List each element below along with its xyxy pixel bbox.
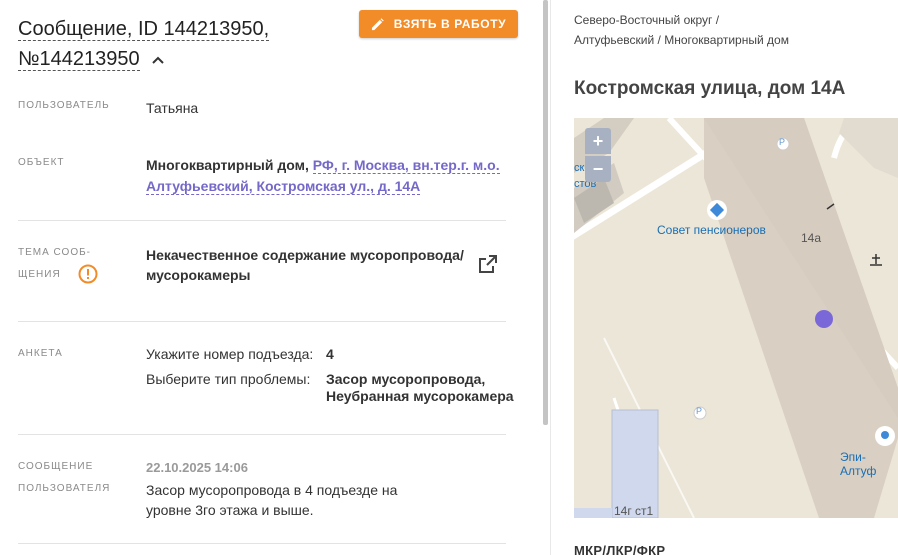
breadcrumb: Северо-Восточный округ / Алтуфьевский / …	[574, 10, 874, 50]
object-address-link-2[interactable]: Алтуфьевский, Костромская ул., д. 14А	[146, 178, 421, 195]
survey-answer-2-line1: Засор мусоропровода,	[326, 371, 486, 387]
message-date: 22.10.2025 14:06	[146, 460, 248, 475]
title-line2[interactable]: №144213950	[18, 48, 140, 71]
divider	[18, 543, 506, 544]
topic-label: ТЕМА СООБ- ЩЕНИЯ	[18, 242, 98, 286]
topic-value-line2: мусорокамеры	[146, 267, 251, 283]
title-line1[interactable]: Сообщение, ID 144213950,	[18, 18, 270, 41]
take-to-work-button[interactable]: ВЗЯТЬ В РАБОТУ	[359, 10, 518, 38]
parking-icon: P	[779, 137, 786, 147]
message-label-line1: СООБЩЕНИЕ	[18, 461, 94, 472]
topic-label-line2: ЩЕНИЯ	[18, 269, 61, 280]
survey-answer-2-line2: Неубранная мусорокамера	[326, 388, 514, 404]
take-button-label: ВЗЯТЬ В РАБОТУ	[393, 17, 507, 31]
message-label-line2: ПОЛЬЗОВАТЕЛЯ	[18, 483, 111, 494]
survey-answer-1: 4	[326, 346, 334, 362]
house-number-label: 14а	[801, 231, 822, 245]
poi-council-label[interactable]: Совет пенсионеров	[657, 223, 766, 237]
location-marker[interactable]	[815, 310, 833, 328]
pencil-icon	[371, 17, 384, 30]
parking-icon: P	[696, 406, 703, 416]
survey-label: АНКЕТА	[18, 348, 63, 359]
divider	[18, 220, 506, 221]
map[interactable]: Совет пенсионеров 14а Эпи-Алтуф ской сто…	[574, 118, 898, 518]
message-label: СООБЩЕНИЕ ПОЛЬЗОВАТЕЛЯ	[18, 456, 110, 500]
breadcrumb-line1[interactable]: Северо-Восточный округ /	[574, 13, 719, 27]
object-address-link-1[interactable]: РФ, г. Москва, вн.тер.г. м.о.	[312, 157, 500, 174]
building-label: 14г ст1	[614, 504, 654, 518]
panel-divider	[550, 0, 551, 555]
zoom-out-button[interactable]: −	[585, 156, 611, 182]
message-details-panel: Сообщение, ID 144213950, №144213950 ВЗЯТ…	[0, 0, 540, 555]
message-text: Засор мусоропровода в 4 подъезде на уров…	[146, 480, 446, 520]
warning-icon[interactable]	[78, 264, 98, 284]
survey-answer-2: Засор мусоропровода, Неубранная мусорока…	[326, 371, 514, 405]
zoom-in-button[interactable]: +	[585, 128, 611, 154]
external-link-icon[interactable]	[478, 254, 498, 274]
poi-epi-label[interactable]: Эпи-Алтуф	[840, 450, 898, 478]
topic-value: Некачественное содержание мусоропровода/…	[146, 245, 466, 285]
survey-question-2: Выберите тип проблемы:	[146, 371, 311, 387]
object-label: ОБЪЕКТ	[18, 157, 65, 168]
user-label: ПОЛЬЗОВАТЕЛЬ	[18, 100, 110, 111]
divider	[18, 321, 506, 322]
object-address-heading: Костромская улица, дом 14А	[574, 78, 846, 99]
object-type: Многоквартирный дом,	[146, 157, 309, 173]
survey-question-1: Укажите номер подъезда:	[146, 346, 314, 362]
section-heading-mkr: МКР/ЛКР/ФКР	[574, 543, 666, 555]
message-text-line2: уровне 3го этажа и выше.	[146, 502, 314, 518]
object-value: Многоквартирный дом, РФ, г. Москва, вн.т…	[146, 155, 506, 197]
page-title: Сообщение, ID 144213950, №144213950	[18, 14, 338, 74]
topic-value-line1: Некачественное содержание мусоропровода/	[146, 247, 464, 263]
divider	[18, 434, 506, 435]
user-value: Татьяна	[146, 100, 199, 116]
message-text-line1: Засор мусоропровода в 4 подъезде на	[146, 482, 398, 498]
breadcrumb-line2[interactable]: Алтуфьевский / Многоквартирный дом	[574, 33, 789, 47]
chevron-up-icon[interactable]	[151, 53, 165, 67]
map-zoom-control: + −	[585, 128, 611, 182]
topic-label-line1: ТЕМА СООБ-	[18, 247, 92, 258]
scrollbar[interactable]	[543, 0, 548, 425]
